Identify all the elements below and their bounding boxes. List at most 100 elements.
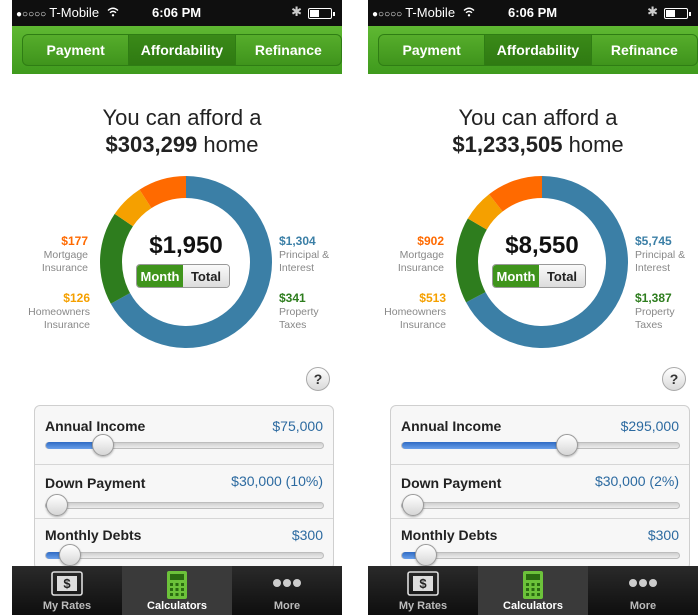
tab-calculators[interactable]: Calculators: [122, 566, 232, 615]
legend-label-line1: Mortgage: [399, 249, 444, 261]
help-button[interactable]: ?: [662, 367, 686, 391]
bottom-tab-bar: $ My Rates Calculators More: [12, 566, 342, 615]
carrier: ●○○○○ T-Mobile: [16, 5, 119, 20]
slider-knob[interactable]: [46, 494, 68, 516]
battery-icon: [664, 8, 691, 19]
legend-label-line2: Insurance: [397, 262, 444, 274]
monthly-payment-amount: $1,950: [149, 232, 223, 259]
status-time: 6:06 PM: [152, 5, 202, 20]
more-dots-icon: [628, 578, 658, 591]
inputs-panel: Annual Income $75,000 Down Payment $30,0…: [34, 405, 334, 570]
monthly-payment-amount: $8,550: [505, 232, 579, 259]
slider-label: Annual Income: [45, 418, 146, 434]
legend-label-line2: Insurance: [41, 262, 88, 274]
slider-label: Down Payment: [45, 475, 146, 491]
help-button[interactable]: ?: [306, 367, 330, 391]
tab-affordability[interactable]: Affordability: [485, 35, 592, 65]
affordability-headline: You can afford a $303,299 home: [12, 104, 342, 158]
legend-label-line2: Insurance: [43, 319, 90, 331]
tab-affordability[interactable]: Affordability: [129, 35, 236, 65]
down-payment-slider[interactable]: [45, 494, 324, 516]
slider-knob[interactable]: [92, 434, 115, 456]
wifi-icon: [107, 5, 119, 20]
annual-income-slider[interactable]: [401, 434, 680, 456]
tab-label: My Rates: [398, 600, 448, 612]
tab-calculators[interactable]: Calculators: [478, 566, 588, 615]
slider-row-down-payment: Down Payment $30,000 (10%): [35, 464, 333, 518]
tab-payment[interactable]: Payment: [23, 35, 130, 65]
dollar-bill-icon: $: [405, 570, 441, 601]
legend-principal-interest: $1,304 Principal & Interest: [279, 234, 342, 275]
slider-label: Down Payment: [401, 475, 502, 491]
legend-label-line2: Interest: [279, 262, 315, 274]
home-price: $303,299: [105, 132, 198, 157]
down-payment-slider[interactable]: [401, 494, 680, 516]
total-toggle-button[interactable]: Total: [539, 265, 585, 287]
month-toggle-button[interactable]: Month: [137, 265, 183, 287]
month-toggle-button[interactable]: Month: [493, 265, 539, 287]
slider-knob[interactable]: [414, 544, 437, 566]
tab-label: My Rates: [42, 600, 92, 612]
status-time: 6:06 PM: [508, 5, 558, 20]
dollar-bill-icon: $: [49, 570, 85, 601]
headline-line2: $1,233,505 home: [368, 131, 698, 158]
nav-header: Payment Affordability Refinance: [12, 26, 342, 74]
legend-mortgage-insurance: $902 Mortgage Insurance: [378, 234, 444, 275]
month-total-toggle: Month Total: [492, 264, 586, 288]
tab-my-rates[interactable]: $ My Rates: [368, 566, 478, 615]
headline-suffix: home: [203, 132, 259, 157]
legend-label-line2: Taxes: [279, 319, 307, 331]
headline-suffix: home: [568, 132, 624, 157]
slider-knob[interactable]: [556, 434, 579, 456]
tab-refinance[interactable]: Refinance: [592, 35, 697, 65]
carrier: ●○○○○ T-Mobile: [372, 5, 475, 20]
calculator-segmented-control: Payment Affordability Refinance: [378, 34, 698, 66]
slider-label: Monthly Debts: [45, 527, 142, 543]
tab-refinance[interactable]: Refinance: [236, 35, 341, 65]
legend-amount: $902: [417, 234, 444, 248]
slider-knob[interactable]: [402, 494, 424, 516]
annual-income-slider[interactable]: [45, 434, 324, 456]
tab-label: More: [629, 600, 657, 612]
status-bar: ●○○○○ T-Mobile 6:06 PM ✱: [368, 0, 698, 26]
svg-text:$: $: [63, 576, 71, 591]
bluetooth-icon: ✱: [291, 4, 302, 19]
slider-row-annual-income: Annual Income $75,000: [35, 406, 333, 464]
monthly-debts-slider[interactable]: [401, 544, 680, 566]
tab-label: More: [273, 600, 301, 612]
bluetooth-icon: ✱: [647, 4, 658, 19]
signal-dots: ●○○○○: [372, 9, 403, 20]
legend-label-line1: Principal &: [279, 249, 330, 261]
legend-amount: $5,745: [635, 234, 672, 248]
total-toggle-button[interactable]: Total: [183, 265, 229, 287]
slider-value: $300: [291, 527, 323, 543]
legend-property-taxes: $1,387 Property Taxes: [635, 291, 698, 332]
tab-payment[interactable]: Payment: [379, 35, 486, 65]
headline-line1: You can afford a: [102, 105, 262, 130]
tab-my-rates[interactable]: $ My Rates: [12, 566, 122, 615]
month-total-toggle: Month Total: [136, 264, 230, 288]
legend-label-line2: Taxes: [635, 319, 663, 331]
slider-value: $30,000 (2%): [594, 473, 679, 489]
slider-value: $300: [647, 527, 679, 543]
more-dots-icon: [272, 578, 302, 591]
calculator-icon: [166, 570, 188, 603]
legend-label-line1: Homeowners: [28, 306, 90, 318]
wifi-icon: [463, 5, 475, 20]
tab-more[interactable]: More: [232, 566, 342, 615]
legend-label-line1: Property: [279, 306, 319, 318]
monthly-debts-slider[interactable]: [45, 544, 324, 566]
battery-icon: [308, 8, 335, 19]
legend-label-line1: Property: [635, 306, 675, 318]
legend-amount: $513: [419, 291, 446, 305]
payment-donut-chart: [456, 176, 628, 348]
tab-more[interactable]: More: [588, 566, 698, 615]
legend-principal-interest: $5,745 Principal & Interest: [635, 234, 698, 275]
tab-label: Calculators: [503, 600, 563, 612]
slider-label: Monthly Debts: [401, 527, 498, 543]
legend-label-line1: Mortgage: [43, 249, 88, 261]
affordability-headline: You can afford a $1,233,505 home: [368, 104, 698, 158]
legend-amount: $177: [61, 234, 88, 248]
slider-knob[interactable]: [58, 544, 81, 566]
slider-row-monthly-debts: Monthly Debts $300: [35, 518, 333, 569]
